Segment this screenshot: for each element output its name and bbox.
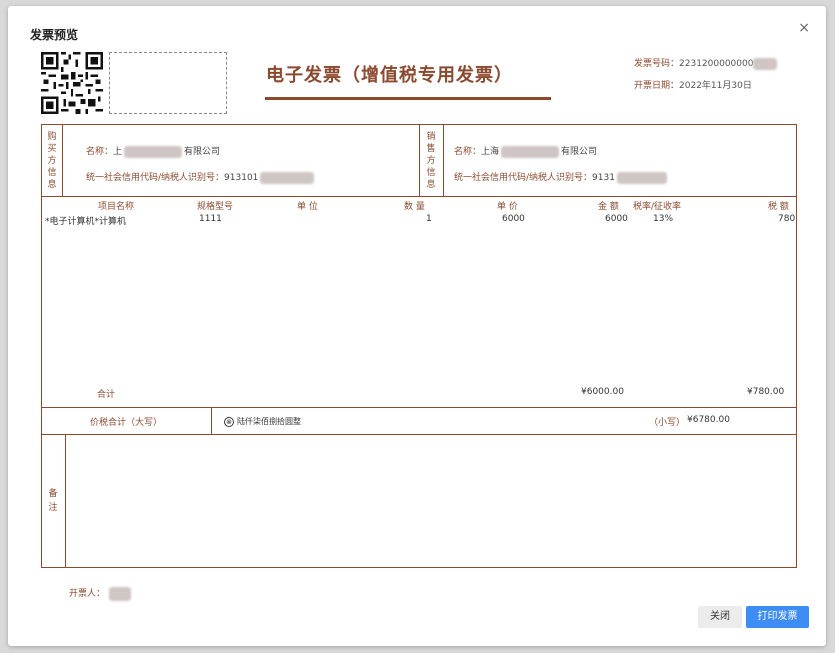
col-header-tax: 税 额 bbox=[768, 202, 789, 212]
buyer-section-label: 购买方信息 bbox=[47, 132, 57, 190]
invoice-date: 开票日期：2022年11月30日 bbox=[634, 78, 752, 91]
divider bbox=[211, 407, 212, 434]
grand-total-label: 价税合计（大写） bbox=[90, 418, 163, 428]
invoice-number-value: 2231200000000 bbox=[679, 59, 754, 69]
total-label: 合计 bbox=[97, 390, 116, 400]
dialog-title: 发票预览 bbox=[30, 28, 79, 42]
invoice-date-value: 2022年11月30日 bbox=[679, 81, 752, 91]
seller-tax-id: 统一社会信用代码/纳税人识别号：9131 bbox=[454, 170, 667, 184]
item-name: *电子计算机*计算机 bbox=[45, 217, 127, 227]
divider bbox=[65, 434, 66, 567]
item-tax: 780 bbox=[778, 214, 796, 224]
invoice-number: 发票号码：2231200000000 bbox=[634, 56, 778, 70]
col-header-price: 单 价 bbox=[497, 202, 518, 212]
invoice-title: 电子发票（增值税专用发票） bbox=[266, 65, 513, 86]
seal-placeholder-box bbox=[109, 52, 227, 114]
redaction-blur bbox=[616, 171, 667, 184]
x-circle-icon: ⊗ bbox=[224, 417, 234, 427]
col-header-item: 项目名称 bbox=[98, 202, 135, 212]
grand-total-caps: ⊗ 陆仟柒佰捌拾圆整 bbox=[224, 416, 301, 427]
redaction-blur bbox=[260, 171, 315, 184]
item-qty: 1 bbox=[426, 214, 432, 224]
close-icon[interactable]: × bbox=[798, 20, 810, 36]
total-amount: ¥6000.00 bbox=[581, 387, 624, 397]
redaction-blur bbox=[109, 586, 132, 601]
redaction-blur bbox=[753, 57, 778, 70]
buyer-tax-id: 统一社会信用代码/纳税人识别号：913101 bbox=[86, 170, 315, 184]
qr-code bbox=[41, 52, 103, 114]
item-rate: 13% bbox=[653, 214, 674, 224]
divider bbox=[443, 125, 444, 196]
col-header-unit: 单 位 bbox=[297, 202, 318, 212]
col-header-amount: 金 额 bbox=[598, 202, 619, 212]
close-button[interactable]: 关闭 bbox=[698, 606, 742, 628]
print-invoice-button[interactable]: 打印发票 bbox=[746, 606, 809, 628]
issuer: 开票人： bbox=[69, 586, 132, 601]
col-header-spec: 规格型号 bbox=[197, 202, 234, 212]
divider bbox=[62, 125, 63, 196]
redaction-blur bbox=[501, 145, 560, 158]
item-spec: 1111 bbox=[199, 214, 222, 224]
item-amount: 6000 bbox=[605, 214, 628, 224]
remarks-label: 备注 bbox=[48, 489, 58, 513]
invoice-date-label: 开票日期： bbox=[634, 81, 680, 91]
seller-name: 名称：上海 有限公司 bbox=[454, 145, 598, 158]
divider bbox=[42, 407, 796, 408]
divider bbox=[42, 434, 796, 435]
col-header-rate: 税率/征收率 bbox=[633, 202, 682, 212]
invoice-preview-dialog: 发票预览 × 电子发票（增值税专用发票） 发票号码：2231200000000 … bbox=[8, 6, 826, 646]
redaction-blur bbox=[124, 145, 183, 158]
buyer-name: 名称：上 有限公司 bbox=[86, 145, 221, 158]
seller-section-label: 销售方信息 bbox=[426, 132, 436, 190]
divider bbox=[42, 196, 796, 197]
invoice-table: 购买方信息 名称：上 有限公司 统一社会信用代码/纳税人识别号：913101 销售… bbox=[41, 124, 797, 568]
invoice-number-label: 发票号码： bbox=[634, 59, 680, 69]
col-header-qty: 数 量 bbox=[404, 202, 425, 212]
total-tax: ¥780.00 bbox=[747, 387, 785, 397]
item-price: 6000 bbox=[502, 214, 525, 224]
title-underline bbox=[265, 97, 551, 100]
divider bbox=[419, 125, 420, 196]
grand-total-small-label: （小写） bbox=[649, 418, 686, 428]
grand-total-small: ¥6780.00 bbox=[687, 415, 730, 425]
